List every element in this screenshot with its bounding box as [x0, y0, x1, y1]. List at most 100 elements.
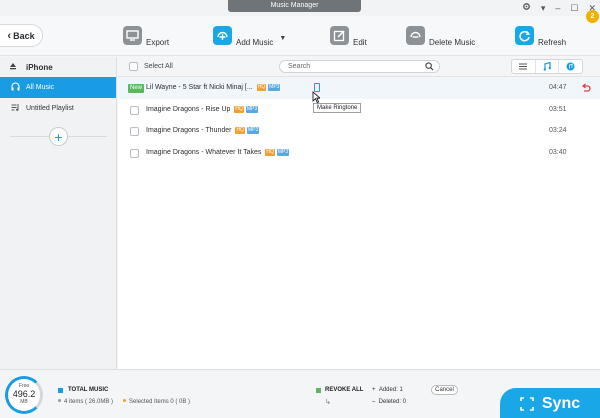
new-badge: New [128, 84, 145, 93]
dropdown-icon[interactable]: ▾ [541, 3, 546, 13]
deleted-text: Deleted: 0 [378, 399, 407, 405]
toolbar: ‹ Back Export Add Music ▼ Edit Delete Mu… [0, 16, 600, 56]
add-playlist-button[interactable]: + [49, 127, 68, 146]
search-icon[interactable] [425, 62, 434, 71]
song-title-text: Imagine Dragons - Thunder [146, 127, 232, 134]
song-duration: 03:40 [549, 149, 567, 156]
row-checkbox[interactable] [130, 127, 139, 136]
added-count: + Added: 1 [372, 387, 403, 393]
hq-tag: HQ [256, 84, 267, 91]
song-list: New Lil Wayne - 5 Star ft Nicki Minaj [.… [118, 78, 600, 369]
hq-tag: HQ [235, 127, 245, 134]
song-duration: 04:47 [549, 84, 567, 91]
chevron-down-icon[interactable]: ▼ [279, 35, 286, 42]
cancel-button[interactable]: Cancel [431, 385, 458, 395]
refresh-label: Refresh [538, 38, 567, 47]
revoke-all-button[interactable]: REVOKE ALL [316, 387, 363, 393]
mp3-tag: MP3 [268, 84, 281, 91]
edit-button[interactable]: Edit [330, 24, 367, 47]
window-title: Music Manager [228, 0, 361, 12]
mp3-tag: MP3 [246, 127, 260, 134]
export-button[interactable]: Export [123, 24, 169, 47]
sync-label: Sync [541, 394, 581, 412]
delete-music-button[interactable]: Delete Music [406, 24, 475, 47]
revoke-all-label: REVOKE ALL [325, 387, 364, 393]
hq-tag: HQ [265, 149, 275, 156]
song-title: Imagine Dragons - Whatever It Takes HQ MP… [146, 149, 290, 156]
mouse-cursor-icon [312, 91, 320, 103]
delete-music-label: Delete Music [429, 38, 476, 47]
back-label: Back [13, 30, 35, 41]
add-music-icon [213, 26, 232, 45]
gear-icon[interactable] [522, 2, 531, 13]
itunes-icon[interactable] [559, 60, 582, 73]
storage-gauge: Free 496.2 MB [5, 376, 43, 414]
list-header: Select All Search [118, 57, 600, 77]
checkbox[interactable] [129, 62, 138, 71]
total-music-text: TOTAL MUSIC [68, 387, 109, 393]
list-view-icon[interactable] [512, 60, 536, 73]
table-row[interactable]: Imagine Dragons - Thunder HQ MP3 03:24 [118, 121, 600, 142]
selected-count-text: Selected Items 0 ( 0B ) [129, 399, 191, 405]
song-title-text: Lil Wayne - 5 Star ft Nicki Minaj [... [146, 84, 253, 91]
song-title: Lil Wayne - 5 Star ft Nicki Minaj [... H… [146, 84, 281, 91]
sidebar: iPhone All Music Untitled Playlist + [0, 57, 117, 369]
maximize-icon[interactable]: ☐ [570, 3, 578, 13]
refresh-button[interactable]: Refresh [515, 24, 566, 47]
minimize-icon[interactable]: – [555, 3, 560, 13]
refresh-icon [515, 26, 534, 45]
row-checkbox[interactable] [130, 106, 139, 115]
export-icon [123, 26, 142, 45]
mp3-tag: MP3 [245, 106, 259, 113]
items-count-text: 4 items ( 26.0MB ) [64, 399, 114, 405]
selected-count: Selected Items 0 ( 0B ) [123, 399, 190, 405]
headphones-icon [11, 82, 20, 93]
legend-swatch [316, 387, 321, 393]
table-row[interactable]: Imagine Dragons - Whatever It Takes HQ MP… [118, 143, 600, 164]
free-unit: MB [20, 399, 28, 405]
export-label: Export [146, 38, 170, 47]
items-count: 4 items ( 26.0MB ) [58, 399, 113, 405]
bullet-icon [123, 399, 127, 402]
added-text: Added: 1 [378, 387, 403, 393]
add-music-button[interactable]: Add Music ▼ [213, 24, 286, 47]
hq-tag: HQ [234, 106, 244, 113]
chevron-left-icon: ‹ [7, 29, 12, 42]
sidebar-item-untitled-playlist[interactable]: Untitled Playlist [0, 98, 116, 119]
free-value: 496.2 [12, 389, 36, 399]
select-all-label: Select All [144, 63, 173, 70]
ringtone-view-icon[interactable] [536, 60, 560, 73]
deleted-count: – Deleted: 0 [372, 399, 407, 405]
edit-label: Edit [353, 38, 367, 47]
title-bar: Music Manager ▾ – ☐ ✕ [0, 0, 600, 16]
device-header[interactable]: iPhone [0, 57, 116, 77]
back-button[interactable]: ‹ Back [0, 24, 43, 47]
sync-button[interactable]: Sync [500, 388, 600, 418]
row-checkbox[interactable] [130, 149, 139, 158]
song-duration: 03:24 [549, 127, 567, 134]
search-placeholder: Search [288, 63, 311, 70]
search-input[interactable]: Search [279, 60, 440, 73]
sync-count-badge: 2 [586, 10, 599, 23]
sidebar-item-label: Untitled Playlist [26, 105, 74, 112]
playlist-icon [11, 103, 20, 114]
table-row[interactable]: New Lil Wayne - 5 Star ft Nicki Minaj [.… [118, 78, 600, 99]
bullet-icon [58, 399, 61, 402]
corner-arrow-icon: ↳ [325, 399, 331, 406]
eject-icon[interactable] [9, 62, 17, 72]
total-music-label: TOTAL MUSIC [58, 387, 108, 393]
undo-icon[interactable] [581, 83, 591, 93]
song-title-text: Imagine Dragons - Whatever It Takes [146, 149, 262, 156]
delete-music-icon [406, 26, 425, 45]
song-title: Imagine Dragons - Rise Up HQ MP3 [146, 106, 259, 113]
sync-icon [520, 396, 534, 411]
edit-icon [330, 26, 349, 45]
song-title: Imagine Dragons - Thunder HQ MP3 [146, 127, 260, 134]
song-duration: 03:51 [549, 106, 567, 113]
add-music-label: Add Music [236, 38, 274, 47]
sidebar-item-label: All Music [26, 84, 55, 91]
select-all-checkbox[interactable]: Select All [129, 62, 173, 71]
sidebar-item-all-music[interactable]: All Music [0, 77, 116, 98]
ringtone-tooltip: Make Ringtone [313, 103, 362, 113]
device-name: iPhone [26, 62, 53, 72]
